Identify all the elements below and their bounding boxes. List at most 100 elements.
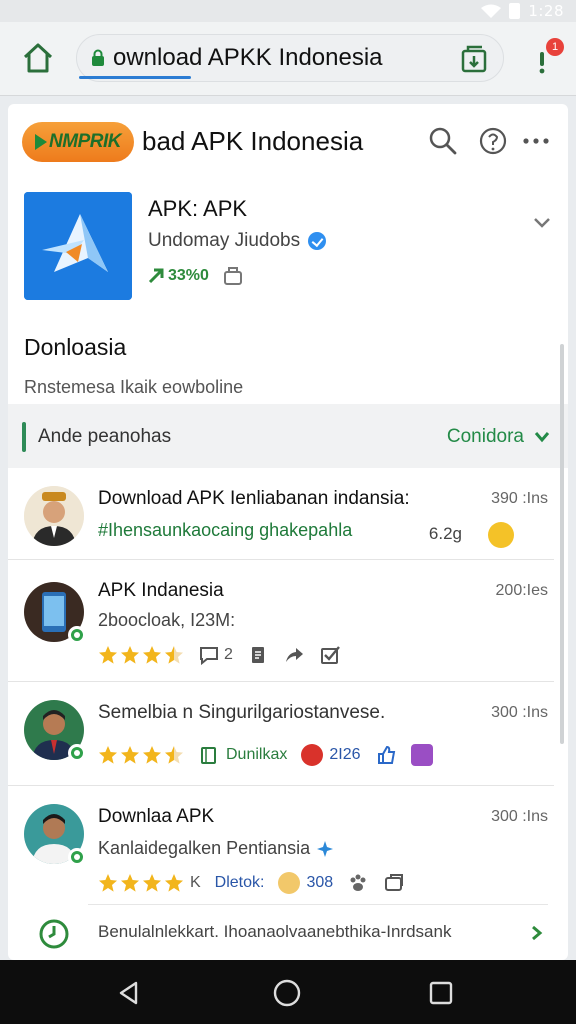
share-icon[interactable] (223, 266, 243, 286)
avatar[interactable] (24, 700, 86, 762)
list-header: Ande peanohas Conidora (8, 404, 568, 468)
logo-text: NMPRIK (49, 131, 121, 152)
app-name: APK: APK (148, 196, 248, 221)
lock-icon (92, 49, 104, 66)
item-subtitle: 2boocloak, I23M: (98, 610, 236, 630)
star-icon (99, 646, 117, 664)
reaction-icon (301, 744, 324, 766)
verified-icon (308, 232, 327, 250)
status-bar: 1:28 (0, 0, 576, 22)
app-card[interactable]: APK: APK Undomay Jiudobs 33%0 (8, 180, 568, 320)
item-tag-label: Dletok: (214, 874, 265, 891)
app-badge-icon[interactable] (410, 744, 433, 766)
section-accent-bar (22, 422, 26, 452)
online-status-icon (68, 744, 86, 762)
item-title[interactable]: APK Indanesia (98, 580, 224, 602)
status-time: 1:28 (528, 2, 564, 20)
system-nav-bar (0, 960, 576, 1024)
sparkle-icon (317, 840, 334, 857)
star-icon (165, 746, 183, 764)
app-logo-icon (24, 192, 132, 300)
person-avatar-icon (24, 486, 84, 546)
home-icon[interactable] (20, 40, 56, 76)
star-icon (99, 746, 117, 764)
item-badge: 2I26 (301, 744, 361, 766)
list-item[interactable]: Downlaa APK 300 :Ins Kanlaidegalken Pent… (8, 786, 554, 906)
help-icon[interactable] (478, 126, 508, 156)
item-subtitle: Kanlaidegalken Pentiansia (98, 838, 334, 859)
item-title[interactable]: Semelbia n Singurilgariostanvese. (98, 702, 385, 724)
item-meta: 2 (98, 644, 341, 666)
list-item[interactable]: APK Indanesia 200:Ies 2boocloak, I23M: 2 (8, 560, 554, 682)
item-time: 300 :Ins (491, 704, 548, 721)
site-header: NMPRIK bad APK Indonesia (8, 104, 568, 180)
online-status-icon (68, 626, 86, 644)
app-developer[interactable]: Undomay Jiudobs (148, 230, 327, 252)
battery-icon (509, 3, 521, 19)
footer-row[interactable]: Benulalnlekkart. Ihoanaolvaanebthika-Inr… (8, 904, 568, 960)
item-badge: 308 (278, 872, 333, 894)
item-time: 200:Ies (495, 582, 548, 599)
repost-icon[interactable] (383, 872, 405, 894)
avatar[interactable] (24, 486, 84, 546)
item-tag-label: Dunilkax (226, 746, 288, 763)
chevron-down-icon (534, 432, 550, 443)
downloads-count: 33%0 (168, 267, 209, 284)
chevron-down-icon[interactable] (530, 210, 554, 234)
list-header-title: Ande peanohas (38, 426, 172, 447)
thumbs-up-icon[interactable] (375, 744, 397, 766)
browser-menu-button[interactable]: 1 (530, 38, 564, 78)
star-icon (143, 746, 161, 764)
book-icon (201, 747, 216, 764)
scrollbar[interactable] (560, 344, 564, 744)
url-text: ownload APKK Indonesia (113, 44, 383, 71)
star-icon (143, 874, 161, 892)
post-list: Download APK Ienliabanan indansia: 390 :… (8, 468, 568, 906)
search-icon[interactable] (428, 126, 458, 156)
item-subtitle[interactable]: #Ihensaunkaocaing ghakepahla (98, 520, 352, 541)
avatar[interactable] (24, 582, 86, 644)
list-item[interactable]: Download APK Ienliabanan indansia: 390 :… (8, 468, 554, 560)
tab-switcher-icon[interactable] (458, 42, 492, 76)
back-icon[interactable] (116, 980, 142, 1006)
chevron-right-icon (532, 925, 543, 941)
item-title[interactable]: Download APK Ienliabanan indansia: (98, 488, 410, 510)
star-rating (98, 645, 184, 665)
star-icon (143, 646, 161, 664)
item-subtitle-text: Kanlaidegalken Pentiansia (98, 838, 311, 858)
downloads-stat: 33%0 (148, 267, 209, 285)
star-icon (121, 746, 139, 764)
item-tag[interactable]: Dunilkax (198, 744, 287, 766)
document-icon[interactable] (247, 644, 269, 666)
list-action-label: Conidora (446, 426, 524, 447)
online-status-icon (68, 848, 86, 866)
url-bar[interactable]: ownload APKK Indonesia (76, 34, 504, 82)
avatar[interactable] (24, 804, 86, 866)
home-circle-icon[interactable] (272, 978, 302, 1008)
browser-toolbar: ownload APKK Indonesia 1 (0, 22, 576, 96)
play-icon (35, 134, 48, 150)
star-icon (165, 874, 183, 892)
item-tag[interactable]: Dletok: (215, 874, 265, 892)
download-subheading: Rnstemesa Ikaik eowboline (24, 377, 244, 397)
item-time: 390 :Ins (491, 490, 548, 507)
list-item[interactable]: Semelbia n Singurilgariostanvese. 300 :I… (8, 682, 554, 786)
checkbox-icon[interactable] (319, 644, 341, 666)
recent-apps-icon[interactable] (428, 980, 454, 1006)
comments-count[interactable]: 2 (198, 644, 233, 666)
more-options-icon[interactable] (520, 126, 552, 156)
download-arrow-icon (148, 268, 164, 284)
share-arrow-icon[interactable] (283, 644, 305, 666)
star-icon (165, 646, 183, 664)
paw-icon[interactable] (347, 872, 369, 894)
item-title[interactable]: Downlaa APK (98, 806, 214, 828)
list-header-action[interactable]: Conidora (447, 426, 550, 448)
star-rating (98, 745, 184, 765)
comment-icon (200, 647, 218, 666)
item-size: 6.2g (428, 524, 462, 543)
developer-name: Undomay Jiudobs (148, 230, 301, 251)
item-meta: Dunilkax 2I26 (98, 744, 433, 766)
divider (88, 904, 548, 905)
site-logo[interactable]: NMPRIK (22, 122, 134, 162)
app-icon[interactable] (24, 192, 132, 300)
